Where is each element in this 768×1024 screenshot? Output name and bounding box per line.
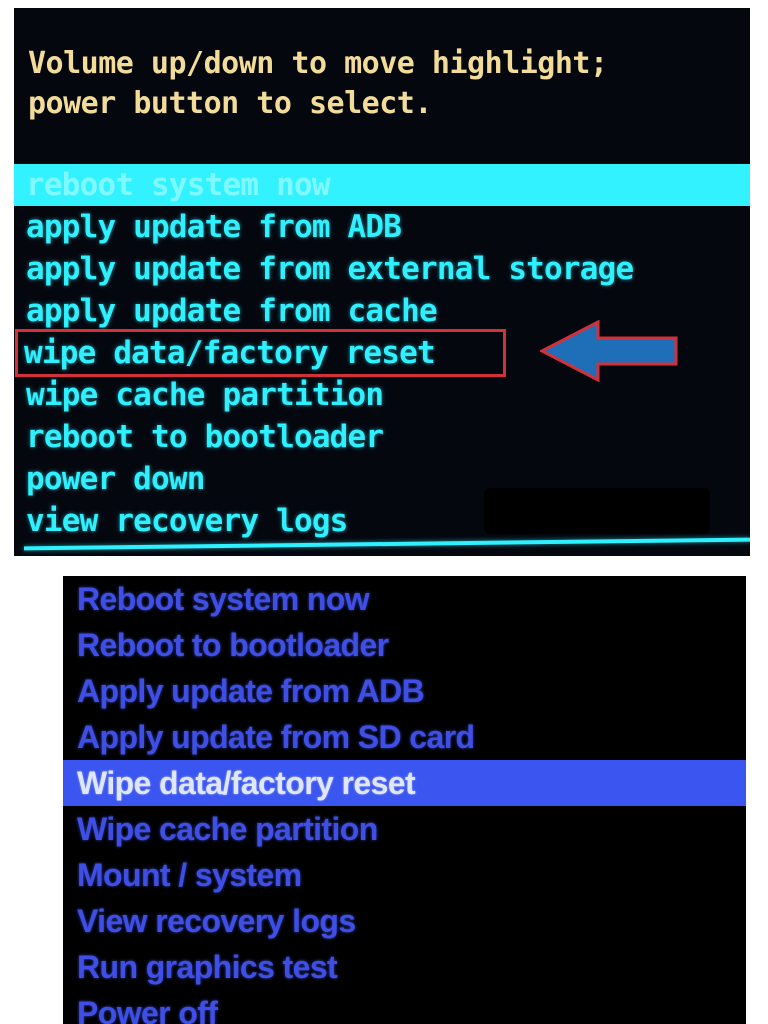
menu-item-reboot-system-now[interactable]: reboot system now	[14, 164, 750, 206]
menu-item-run-graphics-test[interactable]: Run graphics test	[63, 944, 746, 990]
menu-item-wipe-data-factory-reset-alt[interactable]: Wipe data/factory reset	[63, 760, 746, 806]
menu-item-apply-update-sd-card[interactable]: Apply update from SD card	[63, 714, 746, 760]
menu-item-reboot-system-now-alt[interactable]: Reboot system now	[63, 576, 746, 622]
menu-item-wipe-cache-partition-alt[interactable]: Wipe cache partition	[63, 806, 746, 852]
menu-item-apply-update-adb[interactable]: apply update from ADB	[14, 206, 750, 248]
menu-item-power-off[interactable]: Power off	[63, 990, 746, 1024]
menu-item-mount-system[interactable]: Mount / system	[63, 852, 746, 898]
redaction-block	[484, 488, 710, 534]
menu-item-apply-update-adb-alt[interactable]: Apply update from ADB	[63, 668, 746, 714]
recovery-menu-alt: Reboot system now Reboot to bootloader A…	[63, 576, 746, 1024]
menu-item-wipe-data-factory-reset[interactable]: wipe data/factory reset	[15, 329, 506, 377]
menu-item-apply-update-external-storage[interactable]: apply update from external storage	[14, 248, 750, 290]
menu-item-reboot-to-bootloader[interactable]: reboot to bootloader	[14, 416, 750, 458]
recovery-instructions: Volume up/down to move highlight; power …	[28, 46, 608, 121]
menu-item-reboot-to-bootloader-alt[interactable]: Reboot to bootloader	[63, 622, 746, 668]
left-arrow-icon	[540, 320, 678, 382]
menu-item-view-recovery-logs-alt[interactable]: View recovery logs	[63, 898, 746, 944]
stock-recovery-screen: Volume up/down to move highlight; power …	[14, 8, 750, 556]
samsung-recovery-screen: Reboot system now Reboot to bootloader A…	[63, 576, 746, 1024]
